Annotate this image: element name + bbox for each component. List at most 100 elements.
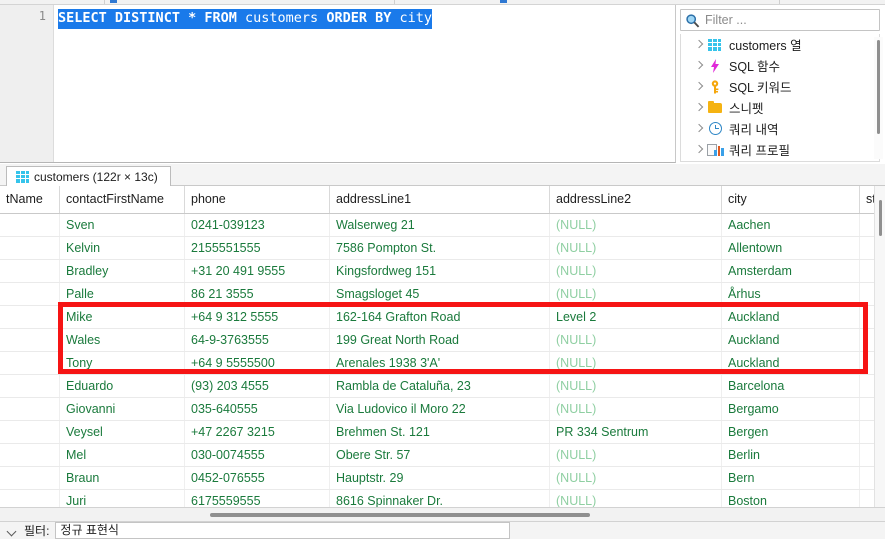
cell-contactLastName[interactable] xyxy=(0,306,60,328)
cell-city[interactable]: Auckland xyxy=(722,306,860,328)
cell-contactFirstName[interactable]: Veysel xyxy=(60,421,185,443)
cell-contactLastName[interactable] xyxy=(0,375,60,397)
cell-addressLine1[interactable]: 7586 Pompton St. xyxy=(330,237,550,259)
cell-city[interactable]: Bern xyxy=(722,467,860,489)
cell-city[interactable]: Barcelona xyxy=(722,375,860,397)
table-row[interactable]: Juri 6175559555 8616 Spinnaker Dr. (NULL) Bo… xyxy=(0,490,885,507)
cell-phone[interactable]: (93) 203 4555 xyxy=(185,375,330,397)
grid-header-row[interactable]: tName contactFirstName phone addressLine1 ad… xyxy=(0,186,885,214)
filter-input[interactable]: Filter ... xyxy=(680,9,880,31)
cell-contactFirstName[interactable]: Tony xyxy=(60,352,185,374)
cell-city[interactable]: Bergen xyxy=(722,421,860,443)
cell-addressLine2[interactable]: (NULL) xyxy=(550,444,722,466)
cell-contactLastName[interactable] xyxy=(0,421,60,443)
cell-contactLastName[interactable] xyxy=(0,352,60,374)
grid-rows-container[interactable]: Sven 0241-039123 Walserweg 21 (NULL) Aachen K… xyxy=(0,214,885,507)
table-row[interactable]: Wales 64-9-3763555 199 Great North Road (NU… xyxy=(0,329,885,352)
cell-addressLine1[interactable]: Kingsfordweg 151 xyxy=(330,260,550,282)
table-row[interactable]: Sven 0241-039123 Walserweg 21 (NULL) Aachen xyxy=(0,214,885,237)
cell-addressLine2[interactable]: (NULL) xyxy=(550,260,722,282)
cell-contactFirstName[interactable]: Mel xyxy=(60,444,185,466)
table-row[interactable]: Mel 030-0074555 Obere Str. 57 (NULL) Berlin xyxy=(0,444,885,467)
cell-contactLastName[interactable] xyxy=(0,398,60,420)
chevron-right-icon[interactable] xyxy=(693,102,705,114)
column-header-contactFirstName[interactable]: contactFirstName xyxy=(60,186,185,213)
cell-phone[interactable]: 030-0074555 xyxy=(185,444,330,466)
column-header-phone[interactable]: phone xyxy=(185,186,330,213)
tree-vertical-scrollbar[interactable] xyxy=(874,37,883,159)
cell-phone[interactable]: +64 9 312 5555 xyxy=(185,306,330,328)
cell-city[interactable]: Auckland xyxy=(722,352,860,374)
cell-addressLine1[interactable]: Via Ludovico il Moro 22 xyxy=(330,398,550,420)
sql-editor[interactable]: 1 SELECT DISTINCT * FROM customers ORDER… xyxy=(0,5,676,163)
cell-contactFirstName[interactable]: Palle xyxy=(60,283,185,305)
cell-addressLine2[interactable]: (NULL) xyxy=(550,375,722,397)
cell-contactLastName[interactable] xyxy=(0,283,60,305)
cell-contactFirstName[interactable]: Wales xyxy=(60,329,185,351)
cell-city[interactable]: Berlin xyxy=(722,444,860,466)
grid-horizontal-scrollbar[interactable] xyxy=(0,507,885,521)
tree-item-3[interactable]: 스니펫 xyxy=(681,97,879,118)
cell-addressLine1[interactable]: Brehmen St. 121 xyxy=(330,421,550,443)
column-header-city[interactable]: city xyxy=(722,186,860,213)
cell-city[interactable]: Bergamo xyxy=(722,398,860,420)
cell-contactLastName[interactable] xyxy=(0,444,60,466)
cell-addressLine1[interactable]: 8616 Spinnaker Dr. xyxy=(330,490,550,507)
cell-phone[interactable]: +47 2267 3215 xyxy=(185,421,330,443)
table-row[interactable]: Veysel +47 2267 3215 Brehmen St. 121 PR 334… xyxy=(0,421,885,444)
cell-addressLine2[interactable]: (NULL) xyxy=(550,490,722,507)
table-row[interactable]: Kelvin 2155551555 7586 Pompton St. (NULL) Al… xyxy=(0,237,885,260)
cell-city[interactable]: Amsterdam xyxy=(722,260,860,282)
cell-contactFirstName[interactable]: Braun xyxy=(60,467,185,489)
table-row[interactable]: Mike +64 9 312 5555 162-164 Grafton Road Le… xyxy=(0,306,885,329)
grid-vertical-scrollbar[interactable] xyxy=(874,186,885,507)
cell-contactFirstName[interactable]: Kelvin xyxy=(60,237,185,259)
chevron-right-icon[interactable] xyxy=(693,81,705,93)
tree-item-4[interactable]: 쿼리 내역 xyxy=(681,118,879,139)
cell-addressLine2[interactable]: (NULL) xyxy=(550,283,722,305)
cell-addressLine2[interactable]: (NULL) xyxy=(550,237,722,259)
chevron-right-icon[interactable] xyxy=(693,39,705,51)
cell-contactFirstName[interactable]: Sven xyxy=(60,214,185,236)
cell-phone[interactable]: 64-9-3763555 xyxy=(185,329,330,351)
cell-contactFirstName[interactable]: Juri xyxy=(60,490,185,507)
cell-phone[interactable]: 2155551555 xyxy=(185,237,330,259)
column-header-addressLine2[interactable]: addressLine2 xyxy=(550,186,722,213)
filter-expression-input[interactable]: 정규 표현식 xyxy=(55,522,511,539)
cell-addressLine2[interactable]: (NULL) xyxy=(550,329,722,351)
cell-city[interactable]: Aachen xyxy=(722,214,860,236)
cell-city[interactable]: Århus xyxy=(722,283,860,305)
cell-phone[interactable]: 0452-076555 xyxy=(185,467,330,489)
cell-addressLine1[interactable]: Hauptstr. 29 xyxy=(330,467,550,489)
table-row[interactable]: Giovanni 035-640555 Via Ludovico il Moro 2… xyxy=(0,398,885,421)
cell-contactLastName[interactable] xyxy=(0,490,60,507)
grid-vscroll-thumb[interactable] xyxy=(879,200,882,236)
object-tree[interactable]: customers 열 SQL 함수 SQL 키워드 스니펫 쿼리 내역 쿼리 프로필 xyxy=(680,34,880,162)
grid-hscroll-thumb[interactable] xyxy=(210,513,590,517)
results-data-grid[interactable]: tName contactFirstName phone addressLine1 ad… xyxy=(0,186,885,507)
cell-contactFirstName[interactable]: Eduardo xyxy=(60,375,185,397)
sql-statement-selected[interactable]: SELECT DISTINCT * FROM customers ORDER B… xyxy=(58,9,433,29)
cell-phone[interactable]: 0241-039123 xyxy=(185,214,330,236)
column-header-addressLine1[interactable]: addressLine1 xyxy=(330,186,550,213)
table-row[interactable]: Eduardo (93) 203 4555 Rambla de Cataluña, … xyxy=(0,375,885,398)
cell-addressLine1[interactable]: 199 Great North Road xyxy=(330,329,550,351)
cell-contactLastName[interactable] xyxy=(0,214,60,236)
cell-addressLine2[interactable]: (NULL) xyxy=(550,398,722,420)
chevron-down-icon[interactable] xyxy=(6,525,18,537)
chevron-right-icon[interactable] xyxy=(693,144,705,156)
editor-code-area[interactable]: SELECT DISTINCT * FROM customers ORDER B… xyxy=(55,5,675,162)
tab-customers-result[interactable]: customers (122r × 13c) xyxy=(6,166,171,186)
cell-phone[interactable]: 86 21 3555 xyxy=(185,283,330,305)
cell-addressLine1[interactable]: Walserweg 21 xyxy=(330,214,550,236)
tree-scroll-thumb[interactable] xyxy=(877,40,880,134)
table-row[interactable]: Braun 0452-076555 Hauptstr. 29 (NULL) Bern xyxy=(0,467,885,490)
cell-phone[interactable]: +64 9 5555500 xyxy=(185,352,330,374)
cell-city[interactable]: Allentown xyxy=(722,237,860,259)
cell-contactLastName[interactable] xyxy=(0,237,60,259)
cell-addressLine2[interactable]: (NULL) xyxy=(550,467,722,489)
chevron-right-icon[interactable] xyxy=(693,123,705,135)
table-row[interactable]: Palle 86 21 3555 Smagsloget 45 (NULL) Århus xyxy=(0,283,885,306)
cell-addressLine2[interactable]: PR 334 Sentrum xyxy=(550,421,722,443)
cell-phone[interactable]: 035-640555 xyxy=(185,398,330,420)
